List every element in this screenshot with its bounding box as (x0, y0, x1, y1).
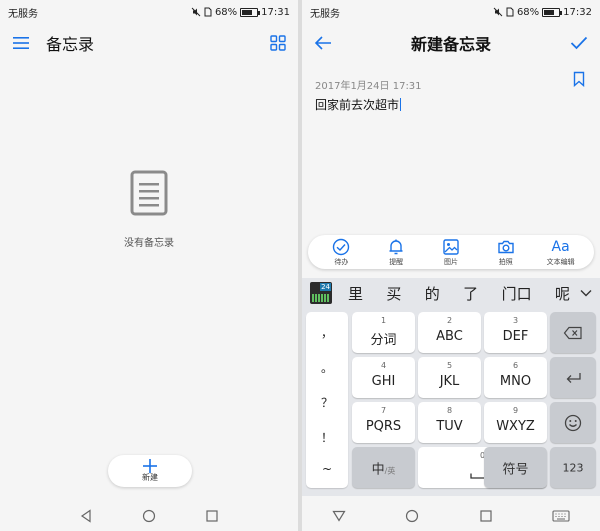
punct-key[interactable]: ~ (306, 462, 348, 476)
key-4[interactable]: 4 GHI (352, 357, 415, 398)
backspace-icon (550, 326, 596, 340)
nav-bar (0, 501, 298, 531)
symbol-key[interactable]: 符号 (484, 447, 547, 488)
key-1[interactable]: 1 分词 (352, 312, 415, 353)
home-nav-icon[interactable] (142, 509, 156, 523)
empty-message: 没有备忘录 (124, 238, 174, 249)
text-format-icon: Aa (551, 238, 570, 255)
punctuation-column: ， 。 ？ ！ ~ (306, 312, 348, 488)
candidate-word[interactable]: 呢 (555, 283, 570, 304)
carrier-text: 无服务 (310, 8, 340, 20)
chevron-down-icon[interactable] (580, 289, 592, 297)
image-button[interactable]: 图片 (427, 238, 475, 267)
reminder-button[interactable]: 提醒 (372, 238, 420, 267)
language-switch-key[interactable]: 中/英 (352, 447, 415, 488)
bell-icon (387, 238, 405, 256)
punct-key[interactable]: ， (306, 324, 348, 341)
status-bar: 无服务 68% 17:32 (302, 0, 600, 24)
candidate-word[interactable]: 的 (425, 283, 440, 304)
key-9[interactable]: 9 WXYZ (484, 402, 547, 443)
text-cursor (400, 98, 402, 111)
image-icon (442, 238, 460, 256)
page-title: 新建备忘录 (410, 35, 491, 54)
keyboard-nav-icon[interactable] (552, 510, 570, 522)
recents-nav-icon[interactable] (205, 509, 219, 523)
battery-percent: 68% (214, 6, 238, 18)
smiley-icon (550, 414, 596, 432)
memo-list-screen: 无服务 68% 17:31 备忘录 没有备忘录 新建 (0, 0, 298, 531)
key-7[interactable]: 7 PQRS (352, 402, 415, 443)
punct-key[interactable]: ！ (306, 429, 348, 446)
new-memo-screen: 无服务 68% 17:32 新建备忘录 2017年1月24日 17:31 回家前… (302, 0, 600, 531)
keyboard: 24 里 买 的 了 门口 呢 ， 。 ？ ！ ~ 1 分词 2 ABC 3 D… (302, 278, 600, 496)
candidate-word[interactable]: 了 (463, 283, 478, 304)
key-grid: ， 。 ？ ！ ~ 1 分词 2 ABC 3 DEF 4 GHI 5 JKL 6 MNO (302, 308, 600, 496)
enter-key[interactable] (550, 357, 596, 398)
battery-icon (240, 7, 261, 17)
return-icon (550, 371, 596, 385)
back-arrow-icon[interactable] (314, 35, 332, 51)
clock: 17:32 (563, 6, 592, 18)
key-2[interactable]: 2 ABC (418, 312, 481, 353)
note-text-area[interactable]: 回家前去次超市 (315, 96, 402, 113)
home-nav-icon[interactable] (405, 509, 419, 523)
check-circle-icon (332, 238, 350, 256)
recents-nav-icon[interactable] (479, 509, 493, 523)
checkmark-icon[interactable] (570, 36, 588, 50)
carrier-text: 无服务 (8, 8, 38, 20)
candidate-word[interactable]: 买 (386, 283, 401, 304)
note-text: 回家前去次超市 (315, 98, 400, 112)
punct-key[interactable]: ？ (306, 394, 348, 411)
candidate-bar: 24 里 买 的 了 门口 呢 (302, 278, 600, 308)
punct-key[interactable]: 。 (306, 359, 348, 376)
camera-icon (497, 238, 515, 256)
hide-keyboard-nav-icon[interactable] (332, 510, 346, 522)
mute-icon (191, 7, 201, 17)
plus-icon (143, 459, 157, 473)
empty-state: 没有备忘录 (0, 170, 298, 249)
candidate-word[interactable]: 里 (348, 283, 363, 304)
edit-toolbar: 待办 提醒 图片 拍照 Aa 文本编辑 (308, 235, 594, 269)
bookmark-icon[interactable] (573, 71, 585, 87)
candidate-word[interactable]: 门口 (502, 283, 532, 304)
sim-icon (506, 7, 514, 17)
document-icon (130, 170, 168, 216)
delete-key[interactable] (550, 312, 596, 353)
battery-icon (542, 7, 563, 17)
todo-button[interactable]: 待办 (317, 238, 365, 267)
clock: 17:31 (261, 6, 290, 18)
battery-percent: 68% (516, 6, 540, 18)
grid-view-icon[interactable] (270, 35, 286, 51)
text-edit-button[interactable]: Aa 文本编辑 (537, 238, 585, 267)
key-6[interactable]: 6 MNO (484, 357, 547, 398)
nav-bar (302, 501, 600, 531)
note-date: 2017年1月24日 17:31 (315, 81, 422, 92)
ime-logo-icon[interactable]: 24 (310, 282, 332, 304)
new-memo-button[interactable]: 新建 (108, 455, 192, 487)
new-memo-label: 新建 (142, 473, 158, 482)
mute-icon (493, 7, 503, 17)
sim-icon (204, 7, 212, 17)
app-bar: 备忘录 (0, 24, 298, 62)
app-bar: 新建备忘录 (302, 24, 600, 62)
camera-button[interactable]: 拍照 (482, 238, 530, 267)
number-mode-key[interactable]: 123 (550, 447, 596, 488)
status-bar: 无服务 68% 17:31 (0, 0, 298, 24)
back-nav-icon[interactable] (79, 509, 93, 523)
key-8[interactable]: 8 TUV (418, 402, 481, 443)
key-5[interactable]: 5 JKL (418, 357, 481, 398)
menu-icon[interactable] (12, 36, 30, 50)
page-title: 备忘录 (46, 35, 95, 54)
key-3[interactable]: 3 DEF (484, 312, 547, 353)
emoji-key[interactable] (550, 402, 596, 443)
